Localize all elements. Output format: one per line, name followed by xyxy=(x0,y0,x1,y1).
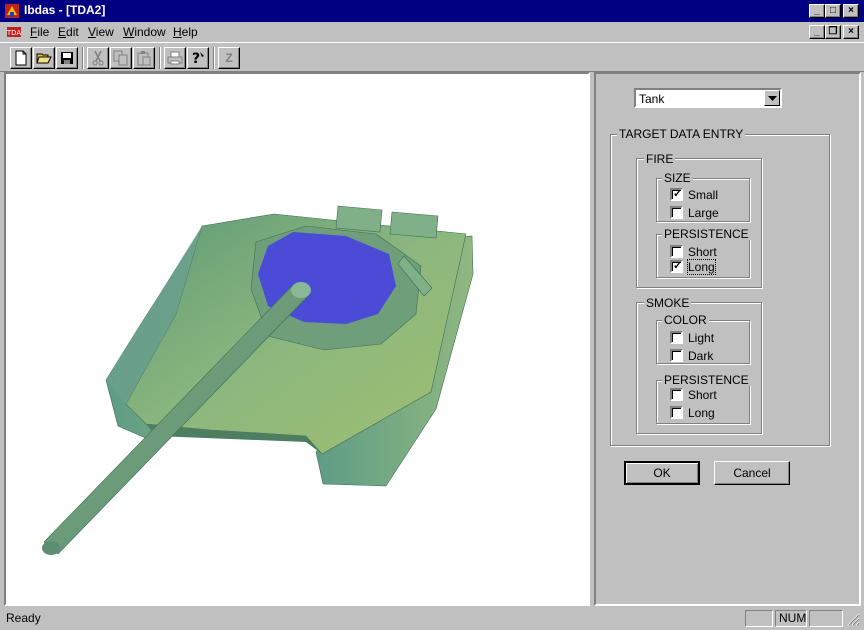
tank-model xyxy=(42,205,474,555)
copy-button[interactable] xyxy=(110,47,132,69)
smoke-color-light-checkbox[interactable] xyxy=(670,331,683,344)
ok-button[interactable]: OK xyxy=(624,461,700,485)
copy-icon xyxy=(113,50,128,66)
num-indicator: NUM xyxy=(779,611,807,625)
fire-size-small-checkbox[interactable]: ✓ xyxy=(670,188,683,201)
toolbar: ? Z xyxy=(0,42,864,72)
z-button[interactable]: Z xyxy=(218,47,240,69)
smoke-persistence-long-checkbox[interactable] xyxy=(670,406,683,419)
new-icon xyxy=(15,50,27,66)
child-close-button[interactable]: × xyxy=(843,25,859,39)
smoke-color-light-label: Light xyxy=(688,331,715,345)
close-icon: × xyxy=(848,5,854,16)
menu-help[interactable]: Help xyxy=(173,25,198,39)
target-type-select[interactable]: Tank xyxy=(634,88,782,108)
close-button[interactable]: × xyxy=(843,4,859,18)
menu-window[interactable]: Window xyxy=(123,25,166,39)
toolbar-separator xyxy=(159,47,161,69)
toolbar-separator xyxy=(82,47,84,69)
target-data-entry-title: TARGET DATA ENTRY xyxy=(617,127,746,141)
target-panel: Tank TARGET DATA ENTRY FIRE SIZE ✓ Small… xyxy=(594,72,861,606)
smoke-persistence-title: PERSISTENCE xyxy=(662,373,751,387)
checkmark-icon: ✓ xyxy=(673,260,683,272)
minimize-button[interactable]: _ xyxy=(809,4,825,18)
fire-persistence-long-checkbox[interactable]: ✓ xyxy=(670,260,683,273)
chevron-down-icon xyxy=(768,96,777,101)
smoke-persistence-short-label: Short xyxy=(688,388,717,402)
title-bar[interactable]: Ibdas - [TDA2] _ □ × xyxy=(0,0,864,22)
maximize-button[interactable]: □ xyxy=(825,4,841,18)
menu-file[interactable]: File xyxy=(30,25,49,39)
child-restore-button[interactable]: ❐ xyxy=(825,25,841,39)
fire-persistence-long-label: Long xyxy=(687,259,716,275)
ok-label: OK xyxy=(653,466,671,480)
paste-button[interactable] xyxy=(133,47,155,69)
open-button[interactable] xyxy=(33,47,55,69)
status-pane-num: NUM xyxy=(775,610,807,627)
3d-viewport[interactable] xyxy=(4,72,590,606)
cancel-button[interactable]: Cancel xyxy=(714,461,790,485)
toolbar-separator xyxy=(213,47,215,69)
save-button[interactable] xyxy=(56,47,78,69)
fire-persistence-short-label: Short xyxy=(688,245,717,259)
child-close-icon: × xyxy=(848,26,854,37)
child-minimize-button[interactable]: _ xyxy=(809,25,825,39)
status-pane-caps xyxy=(745,610,773,627)
svg-text:?: ? xyxy=(192,51,200,66)
fire-persistence-title: PERSISTENCE xyxy=(662,227,751,241)
fire-persistence-short-checkbox[interactable] xyxy=(670,245,683,258)
menu-bar: TDA File Edit View Window Help _ ❐ × xyxy=(0,22,864,42)
svg-text:TDA: TDA xyxy=(6,29,21,37)
print-icon xyxy=(167,51,183,65)
cut-button[interactable] xyxy=(87,47,109,69)
smoke-persistence-short-checkbox[interactable] xyxy=(670,388,683,401)
print-button[interactable] xyxy=(164,47,186,69)
menu-view[interactable]: View xyxy=(88,25,114,39)
smoke-color-dark-checkbox[interactable] xyxy=(670,349,683,362)
menu-edit[interactable]: Edit xyxy=(58,25,79,39)
status-pane-scroll xyxy=(809,610,843,627)
fire-size-large-checkbox[interactable] xyxy=(670,206,683,219)
save-icon xyxy=(61,52,73,64)
minimize-icon: _ xyxy=(814,5,820,16)
open-icon xyxy=(36,53,52,64)
target-type-value: Tank xyxy=(639,92,665,106)
app-icon xyxy=(5,4,19,18)
dropdown-button[interactable] xyxy=(764,90,780,106)
fire-size-large-label: Large xyxy=(688,206,719,220)
help-button[interactable]: ? xyxy=(187,47,209,69)
new-button[interactable] xyxy=(10,47,32,69)
smoke-persistence-long-label: Long xyxy=(688,406,715,420)
fire-title: FIRE xyxy=(644,152,676,166)
document-icon[interactable]: TDA xyxy=(6,25,22,39)
z-icon: Z xyxy=(225,51,233,65)
cut-icon xyxy=(92,50,104,66)
smoke-color-title: COLOR xyxy=(662,313,709,327)
help-icon: ? xyxy=(192,51,204,66)
fire-size-small-label: Small xyxy=(688,188,719,202)
window-title: Ibdas - [TDA2] xyxy=(24,3,106,17)
status-text: Ready xyxy=(6,611,41,625)
checkmark-icon: ✓ xyxy=(673,188,683,200)
paste-icon xyxy=(137,51,151,66)
fire-size-title: SIZE xyxy=(662,171,693,185)
child-minimize-icon: _ xyxy=(814,26,820,37)
cancel-label: Cancel xyxy=(733,466,771,480)
smoke-color-dark-label: Dark xyxy=(688,349,714,363)
status-bar: Ready NUM xyxy=(0,608,864,630)
restore-icon: ❐ xyxy=(828,26,838,37)
maximize-icon: □ xyxy=(829,5,837,16)
smoke-title: SMOKE xyxy=(644,296,692,310)
resize-grip-icon[interactable] xyxy=(847,613,860,626)
